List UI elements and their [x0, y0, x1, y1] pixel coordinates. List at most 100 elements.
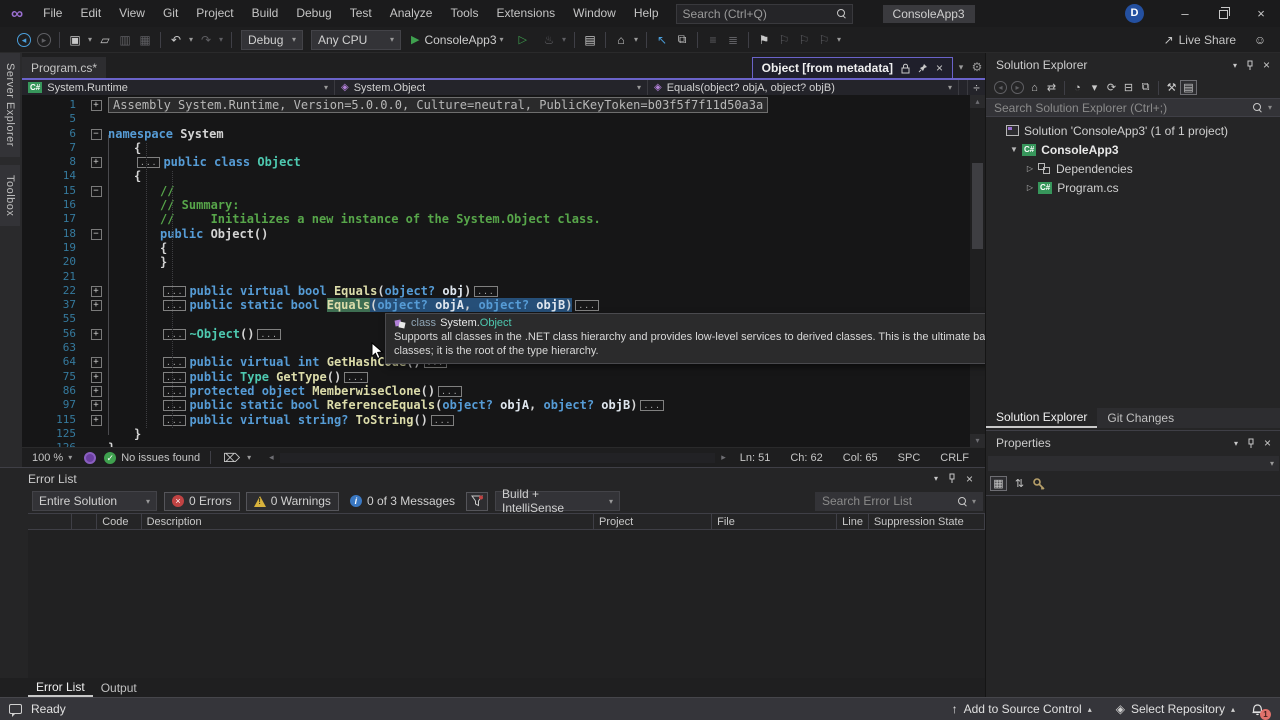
collapsed-region-box[interactable]: ...: [163, 328, 187, 340]
preview-selected-icon[interactable]: ⧉: [1137, 81, 1154, 94]
close-icon[interactable]: ×: [1263, 58, 1270, 72]
scroll-up-icon[interactable]: ▴: [970, 95, 985, 108]
open-file-icon[interactable]: ▱: [95, 33, 115, 47]
property-pages-icon[interactable]: [1032, 477, 1046, 491]
menu-build[interactable]: Build: [243, 0, 288, 27]
collapsed-region-box[interactable]: ...: [163, 357, 187, 369]
collapsed-region-box[interactable]: ...: [344, 371, 368, 383]
chevron-down-icon[interactable]: ▾: [247, 453, 251, 462]
code-line-1[interactable]: 1 + Assembly System.Runtime, Version=5.0.0…: [22, 97, 985, 113]
pin-icon[interactable]: [918, 63, 928, 73]
sync-dropdown-icon[interactable]: ▾: [631, 35, 641, 44]
fold-expand-icon[interactable]: +: [88, 155, 104, 169]
new-project-dropdown-icon[interactable]: ▾: [85, 35, 95, 44]
feedback-bubble-icon[interactable]: [9, 704, 22, 717]
error-list-body[interactable]: [28, 530, 985, 678]
menu-analyze[interactable]: Analyze: [381, 0, 442, 27]
code-line-6[interactable]: 6− namespace System: [22, 127, 985, 141]
nav-forward-icon[interactable]: ▸: [37, 32, 51, 47]
warnings-filter-button[interactable]: 0 Warnings: [245, 491, 339, 511]
code-line-5[interactable]: 5: [22, 112, 985, 126]
code-line-126[interactable]: 126}: [22, 441, 985, 447]
menu-debug[interactable]: Debug: [287, 0, 340, 27]
chevron-down-icon[interactable]: ▾: [1086, 81, 1103, 94]
nav-back-icon[interactable]: ◂: [17, 32, 31, 47]
code-line-17[interactable]: 17// Initializes a new instance of the S…: [22, 212, 985, 226]
solution-configuration-select[interactable]: Debug ▾: [241, 29, 303, 50]
sync-namespaces-icon[interactable]: ⌂: [611, 33, 631, 47]
nav-forward-icon[interactable]: ▸: [1011, 81, 1024, 94]
collapsed-region-box[interactable]: ...: [163, 285, 187, 297]
fold-expand-icon[interactable]: +: [88, 327, 104, 341]
close-button[interactable]: ×: [1242, 0, 1280, 27]
redo-icon[interactable]: ↷: [196, 33, 216, 47]
bookmark-icon[interactable]: ⚑: [754, 33, 774, 47]
tree-expander-icon[interactable]: ▷: [1024, 183, 1036, 192]
start-debugging-button[interactable]: ▶ ConsoleApp3 ▾: [411, 33, 507, 47]
new-project-icon[interactable]: ▣: [65, 33, 85, 47]
indent-increase-icon[interactable]: ≣: [723, 33, 743, 47]
tab-program-cs[interactable]: Program.cs*: [22, 57, 107, 78]
tree-item-program-cs[interactable]: ▷ C# Program.cs: [986, 178, 1280, 197]
sidebar-item-toolbox[interactable]: Toolbox: [0, 164, 20, 227]
pin-icon[interactable]: [1247, 438, 1255, 449]
close-icon[interactable]: ×: [936, 61, 943, 75]
code-line-115[interactable]: 115 +... public virtual string? ToString()…: [22, 413, 985, 427]
tree-item-dependencies[interactable]: ▷ Dependencies: [986, 159, 1280, 178]
copy-document-icon[interactable]: ⧉: [672, 32, 692, 47]
home-icon[interactable]: ⌂: [1026, 82, 1043, 94]
live-share-button[interactable]: ↗ Live Share: [1164, 33, 1236, 47]
build-intellisense-select[interactable]: Build + IntelliSense ▾: [495, 487, 620, 515]
collapsed-region-box[interactable]: ...: [438, 385, 462, 397]
column-header-code[interactable]: Code: [97, 514, 142, 529]
global-search-input[interactable]: Search (Ctrl+Q): [675, 3, 853, 24]
horizontal-scrollbar[interactable]: [279, 452, 716, 463]
solution-platform-select[interactable]: Any CPU ▾: [311, 29, 401, 50]
column-header-description[interactable]: Description: [142, 514, 594, 529]
error-scope-select[interactable]: Entire Solution ▾: [32, 491, 157, 511]
code-line-37[interactable]: 37 +... public static bool Equals(object? …: [22, 298, 985, 313]
spaces-indicator[interactable]: SPC: [888, 452, 931, 464]
code-line-18[interactable]: 18− public Object(): [22, 227, 985, 241]
collapsed-region-box[interactable]: ...: [163, 300, 187, 312]
properties-wrench-icon[interactable]: ⚒: [1163, 81, 1180, 94]
column-header-suppression-state[interactable]: Suppression State: [869, 514, 985, 529]
fold-collapse-icon[interactable]: −: [88, 127, 104, 141]
select-repository-button[interactable]: ◈ Select Repository ▴: [1104, 702, 1247, 716]
fold-expand-icon[interactable]: +: [88, 413, 104, 427]
tree-expander-icon[interactable]: ▼: [1008, 145, 1020, 154]
hot-reload-icon[interactable]: ♨: [539, 33, 559, 47]
code-line-7[interactable]: 7{: [22, 141, 985, 155]
switch-views-icon[interactable]: ⇄: [1043, 81, 1060, 94]
collapsed-region-box[interactable]: ...: [163, 414, 187, 426]
indent-decrease-icon[interactable]: ≡: [703, 33, 723, 47]
fold-collapse-icon[interactable]: −: [88, 184, 104, 198]
find-in-files-icon[interactable]: ▤: [580, 33, 600, 47]
alphabetical-sort-icon[interactable]: ⇅: [1011, 477, 1028, 490]
column-indicator[interactable]: Col: 65: [833, 452, 888, 464]
code-line-14[interactable]: 14{: [22, 169, 985, 183]
collapsed-region-box[interactable]: ...: [163, 371, 187, 383]
tree-item-solution-consoleapp3-1-of-1-project[interactable]: Solution 'ConsoleApp3' (1 of 1 project): [986, 121, 1280, 140]
scroll-left-icon[interactable]: ◂: [265, 452, 278, 463]
undo-icon[interactable]: ↶: [166, 33, 186, 47]
bookmark-dropdown-icon[interactable]: ▾: [834, 35, 844, 44]
fold-collapse-icon[interactable]: −: [88, 227, 104, 241]
code-line-86[interactable]: 86 +... protected object MemberwiseClone()…: [22, 384, 985, 398]
start-without-debugging-icon[interactable]: ▷: [519, 33, 527, 46]
pin-icon[interactable]: [948, 473, 956, 484]
show-all-files-icon[interactable]: ▤: [1180, 80, 1197, 95]
breadcrumb-project[interactable]: C# System.Runtime ▾: [22, 80, 335, 95]
chevron-down-icon[interactable]: ▾: [1234, 439, 1238, 448]
gear-icon[interactable]: ⚙: [969, 57, 985, 78]
tab-error-list[interactable]: Error List: [28, 678, 93, 697]
add-to-source-control-button[interactable]: ↑ Add to Source Control ▴: [940, 702, 1104, 716]
line-indicator[interactable]: Ln: 51: [730, 452, 781, 464]
menu-tools[interactable]: Tools: [441, 0, 487, 27]
tab-object-metadata[interactable]: Object [from metadata] ×: [751, 57, 953, 78]
column-header-icon[interactable]: [72, 514, 98, 529]
scroll-right-icon[interactable]: ▸: [717, 452, 730, 463]
tree-item-consoleapp3[interactable]: ▼ C# ConsoleApp3: [986, 140, 1280, 159]
collapsed-region-box[interactable]: ...: [163, 400, 187, 412]
code-line-75[interactable]: 75 +... public Type GetType()...: [22, 370, 985, 384]
